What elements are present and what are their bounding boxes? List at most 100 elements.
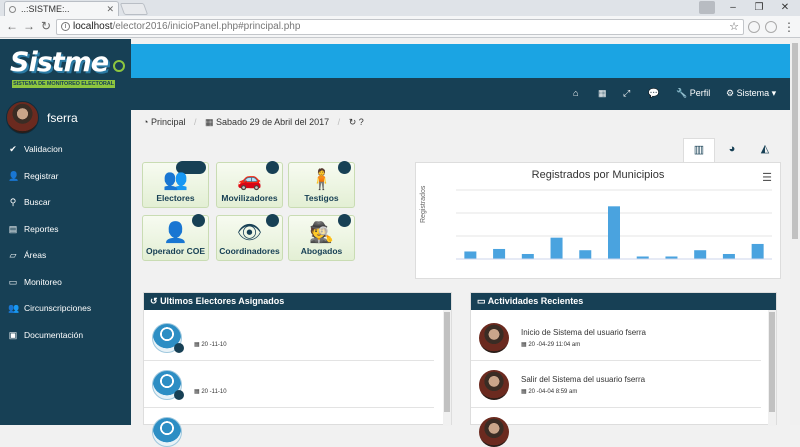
avatar xyxy=(479,417,509,447)
edit-icon[interactable] xyxy=(174,390,184,400)
eye-icon: 👁 xyxy=(236,222,263,244)
item-date: 20 -04-29 11:04 am xyxy=(528,342,581,348)
forward-icon[interactable]: → xyxy=(22,20,36,34)
item-meta: ▦ 20 -11-10 xyxy=(194,388,227,395)
tile-testigos[interactable]: 🧍 Testigos xyxy=(288,161,355,208)
panel-title: Ultimos Electores Asignados xyxy=(160,296,285,306)
logo-mark-icon xyxy=(113,60,125,72)
restore-icon[interactable]: ❐ xyxy=(746,0,772,16)
tile-electores[interactable]: 👥 Electores xyxy=(142,161,209,208)
laptop-icon: ▭ xyxy=(477,296,486,306)
extension-icon[interactable] xyxy=(765,21,777,33)
chart-bar[interactable] xyxy=(579,250,592,259)
list-item[interactable]: ▦ 20 -11-10 xyxy=(144,315,434,361)
scrollbar-thumb[interactable] xyxy=(769,312,775,412)
perfil-link[interactable]: 🔧 Perfil xyxy=(676,86,710,100)
sidebar-item-label: Circunscripciones xyxy=(24,303,92,314)
url-input[interactable]: i localhost/elector2016/inicioPanel.php#… xyxy=(56,19,744,35)
url-path: /elector2016/inicioPanel.php#principal.p… xyxy=(112,21,301,32)
tab-area-chart[interactable]: ◭ xyxy=(749,138,781,162)
sidebar-item-label: Áreas xyxy=(24,250,47,261)
page-scrollbar[interactable] xyxy=(790,39,800,425)
scrollbar-thumb[interactable] xyxy=(444,312,450,412)
recent-activity-panel: ▭ Actividades Recientes Inicio de Sistem… xyxy=(470,292,777,447)
minimize-icon[interactable]: – xyxy=(720,0,746,16)
calendar-icon: ▦ xyxy=(194,389,200,395)
calendar-icon: ▦ xyxy=(521,389,527,395)
sidebar-item-documentacion[interactable]: ▣ Documentación xyxy=(0,322,131,349)
scrollbar[interactable] xyxy=(443,310,451,426)
tile-label: Abogados xyxy=(300,246,343,256)
new-tab-button[interactable] xyxy=(119,3,149,15)
panel-header: ▭ Actividades Recientes xyxy=(471,293,776,310)
tile-label: Coordinadores xyxy=(219,246,280,256)
back-icon[interactable]: ← xyxy=(5,20,19,34)
scrollbar-thumb[interactable] xyxy=(792,43,798,239)
item-date: 20 -11-10 xyxy=(201,389,227,395)
help-icon[interactable]: ? xyxy=(359,117,364,127)
logo-text: Sistme xyxy=(10,47,109,78)
home-icon[interactable]: ⌂ xyxy=(573,86,578,100)
extension-icon[interactable] xyxy=(748,21,760,33)
recent-electors-panel: ↺ Ultimos Electores Asignados ▦ 20 -11-1… xyxy=(143,292,452,447)
chart-panel: Registrados por Municipios ☰ Registrados xyxy=(415,162,781,279)
chart-type-tabs: ▥ ◕ ◭ xyxy=(683,138,790,162)
address-bar: ← → ↻ i localhost/elector2016/inicioPane… xyxy=(0,16,800,38)
tile-movilizadores[interactable]: 🚗 Movilizadores xyxy=(216,161,283,208)
chart-bar[interactable] xyxy=(608,206,620,259)
browser-tabbar: ..:SISTME:.. ✕ – ❐ ✕ xyxy=(0,0,800,16)
close-tab-icon[interactable]: ✕ xyxy=(106,2,114,16)
sidebar-item-validacion[interactable]: ✔ Validacion xyxy=(0,136,131,163)
refresh-icon[interactable]: ↻ xyxy=(349,117,357,127)
sidebar-item-buscar[interactable]: ⚲ Buscar xyxy=(0,189,131,216)
info-icon[interactable]: i xyxy=(61,22,70,31)
tile-operador-coe[interactable]: 👤 Operador COE xyxy=(142,214,209,261)
people-icon: 👥 xyxy=(163,169,188,191)
sidebar-item-registrar[interactable]: 👤 Registrar xyxy=(0,163,131,190)
chart-bar[interactable] xyxy=(521,253,534,259)
sidebar-item-label: Registrar xyxy=(24,170,59,181)
list-item[interactable]: ▦ 20 -11-10 xyxy=(144,362,434,408)
breadcrumb-home[interactable]: Principal xyxy=(151,117,186,127)
browser-tab[interactable]: ..:SISTME:.. ✕ xyxy=(4,1,119,16)
edit-icon[interactable] xyxy=(174,343,184,353)
tile-coordinadores[interactable]: 👁 Coordinadores xyxy=(216,214,283,261)
side-menu: ✔ Validacion 👤 Registrar ⚲ Buscar ▤ Reportes… xyxy=(0,136,131,348)
logo[interactable]: Sistme SISTEMA DE MONITOREO ELECTORAL xyxy=(0,39,131,99)
list-item[interactable] xyxy=(144,409,434,447)
list-item[interactable]: Inicio de Sistema del usuario fserra ▦ 2… xyxy=(471,315,761,361)
scrollbar[interactable] xyxy=(768,310,776,426)
grid-icon[interactable]: ▦ xyxy=(598,86,607,100)
chart-bar[interactable] xyxy=(464,251,477,259)
chat-icon[interactable]: 💬 xyxy=(648,86,659,100)
sidebar-item-reportes[interactable]: ▤ Reportes xyxy=(0,216,131,243)
sidebar-item-areas[interactable]: ▱ Áreas xyxy=(0,242,131,269)
reload-icon[interactable]: ↻ xyxy=(39,20,53,34)
star-icon[interactable]: ☆ xyxy=(729,20,739,34)
sidebar-item-label: Reportes xyxy=(24,223,59,234)
profile-icon[interactable] xyxy=(699,1,715,14)
chart-bar[interactable] xyxy=(550,237,563,259)
tab-bar-chart[interactable]: ▥ xyxy=(683,138,715,162)
sistema-dropdown[interactable]: ⚙ Sistema ▾ xyxy=(726,86,776,100)
bar-chart xyxy=(456,189,772,260)
item-title: Salir del Sistema del usuario fserra xyxy=(521,375,646,384)
chart-bar[interactable] xyxy=(694,250,707,259)
user-block: fserra xyxy=(6,101,126,134)
list-item[interactable]: Salir del Sistema del usuario fserra ▦ 2… xyxy=(471,362,761,408)
browser-menu-icon[interactable]: ⋮ xyxy=(783,19,795,35)
tile-abogados[interactable]: 🕵 Abogados xyxy=(288,214,355,261)
sidebar-item-label: Monitoreo xyxy=(24,276,62,287)
sidebar-item-monitoreo[interactable]: ▭ Monitoreo xyxy=(0,269,131,296)
sidebar-item-label: Validacion xyxy=(24,144,63,155)
tab-pie-chart[interactable]: ◕ xyxy=(716,138,748,162)
close-window-icon[interactable]: ✕ xyxy=(772,0,798,16)
expand-icon[interactable]: ⤢ xyxy=(623,86,630,100)
list-item[interactable] xyxy=(471,409,761,447)
chart-bar[interactable] xyxy=(722,253,735,259)
tab-title: ..:SISTME:.. xyxy=(21,4,70,14)
sidebar-item-circunscripciones[interactable]: 👥 Circunscripciones xyxy=(0,295,131,322)
avatar xyxy=(479,370,509,400)
chart-bar[interactable] xyxy=(751,243,764,259)
chart-bar[interactable] xyxy=(493,248,506,259)
